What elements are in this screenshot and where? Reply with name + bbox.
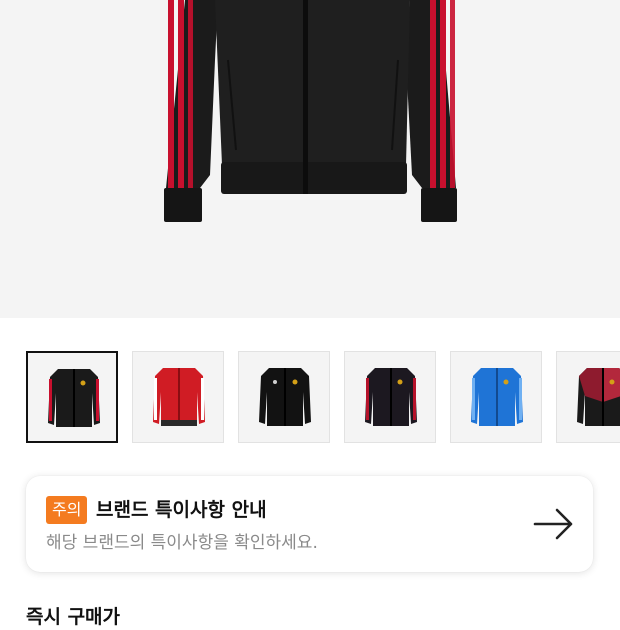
- black-jacket-icon: [259, 368, 311, 426]
- warning-badge: 주의: [46, 496, 88, 524]
- thumbnail-6[interactable]: [556, 351, 620, 443]
- instant-buy-price-title: 즉시 구매가: [26, 606, 121, 628]
- notice-title: 브랜드 특이사항 안내: [96, 499, 267, 521]
- notice-description: 해당 브랜드의 특이사항을 확인하세요.: [46, 533, 318, 553]
- brand-notice-card[interactable]: 주의 브랜드 특이사항 안내 해당 브랜드의 특이사항을 확인하세요.: [26, 476, 593, 572]
- black-red-jacket-icon: [365, 368, 417, 426]
- thumbnail-3[interactable]: [238, 351, 330, 443]
- thumbnail-5[interactable]: [450, 351, 542, 443]
- black-red-stripe-jacket-icon: [48, 369, 100, 427]
- red-jacket-icon: [153, 368, 205, 426]
- jacket-image: [164, 0, 457, 222]
- thumbnail-strip[interactable]: [26, 351, 620, 443]
- product-main-image[interactable]: [0, 0, 620, 318]
- thumbnail-4[interactable]: [344, 351, 436, 443]
- thumbnail-2[interactable]: [132, 351, 224, 443]
- black-red-pattern-jacket-icon: [577, 368, 620, 426]
- blue-jacket-icon: [471, 368, 523, 426]
- arrow-right-icon[interactable]: [533, 506, 575, 542]
- thumbnail-1[interactable]: [26, 351, 118, 443]
